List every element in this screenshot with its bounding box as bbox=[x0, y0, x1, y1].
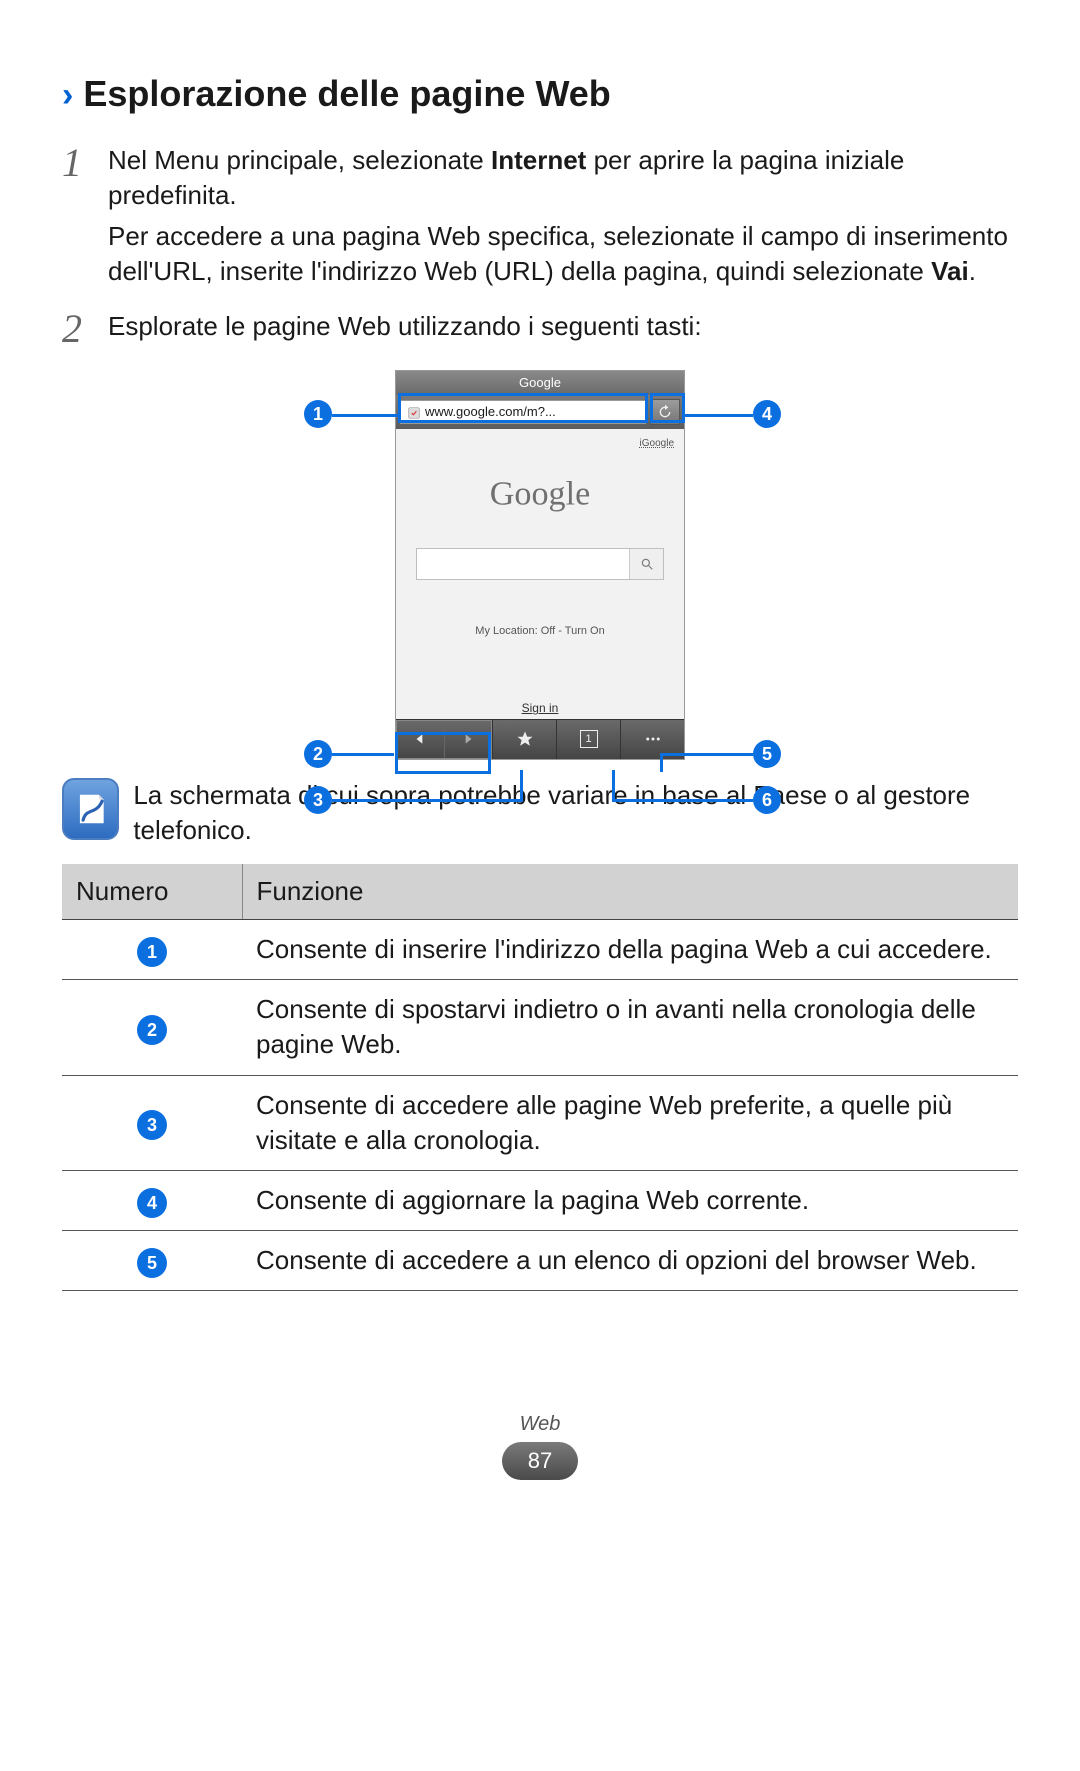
section-heading: Esplorazione delle pagine Web bbox=[83, 70, 610, 119]
callout-2: 2 bbox=[304, 740, 332, 768]
function-text: Consente di aggiornare la pagina Web cor… bbox=[242, 1170, 1018, 1230]
window-count: 1 bbox=[580, 730, 598, 748]
ellipsis-icon bbox=[644, 730, 662, 748]
function-text: Consente di accedere alle pagine Web pre… bbox=[242, 1075, 1018, 1170]
table-header-function: Funzione bbox=[242, 864, 1018, 920]
number-badge: 3 bbox=[137, 1110, 167, 1140]
svg-text:Google: Google bbox=[490, 476, 590, 513]
windows-button[interactable]: 1 bbox=[556, 720, 620, 759]
step-2: 2 Esplorate le pagine Web utilizzando i … bbox=[62, 309, 1018, 350]
callout-4: 4 bbox=[753, 400, 781, 428]
search-input[interactable] bbox=[417, 549, 629, 579]
phone-title: Google bbox=[396, 371, 684, 395]
number-badge: 4 bbox=[137, 1188, 167, 1218]
phone-illustration: Google www.google.com/m?... iGoogle Goog… bbox=[220, 370, 860, 760]
note-block: La schermata di cui sopra potrebbe varia… bbox=[62, 778, 1018, 848]
step-text: Per accedere a una pagina Web specifica,… bbox=[108, 219, 1018, 289]
table-row: 3 Consente di accedere alle pagine Web p… bbox=[62, 1075, 1018, 1170]
number-badge: 2 bbox=[137, 1015, 167, 1045]
table-row: 2 Consente di spostarvi indietro o in av… bbox=[62, 980, 1018, 1075]
google-logo: Google bbox=[402, 466, 678, 529]
location-text[interactable]: My Location: Off - Turn On bbox=[402, 624, 678, 639]
step-number: 1 bbox=[62, 143, 106, 183]
number-badge: 5 bbox=[137, 1248, 167, 1278]
search-button[interactable] bbox=[629, 549, 663, 579]
page-number: 87 bbox=[502, 1442, 578, 1480]
note-text: La schermata di cui sopra potrebbe varia… bbox=[133, 778, 1018, 848]
table-row: 5 Consente di accedere a un elenco di op… bbox=[62, 1230, 1018, 1290]
table-row: 1 Consente di inserire l'indirizzo della… bbox=[62, 920, 1018, 980]
step-1: 1 Nel Menu principale, selezionate Inter… bbox=[62, 143, 1018, 295]
function-text: Consente di inserire l'indirizzo della p… bbox=[242, 920, 1018, 980]
function-table: Numero Funzione 1 Consente di inserire l… bbox=[62, 864, 1018, 1291]
step-text: Nel Menu principale, selezionate Interne… bbox=[108, 143, 1018, 213]
chevron-icon: › bbox=[62, 73, 73, 119]
magnifier-icon bbox=[640, 557, 654, 571]
signin-link[interactable]: Sign in bbox=[402, 700, 678, 716]
igoogle-link[interactable]: iGoogle bbox=[402, 435, 678, 453]
function-text: Consente di accedere a un elenco di opzi… bbox=[242, 1230, 1018, 1290]
footer-section: Web bbox=[62, 1411, 1018, 1438]
table-row: 4 Consente di aggiornare la pagina Web c… bbox=[62, 1170, 1018, 1230]
step-number: 2 bbox=[62, 309, 106, 349]
callout-1: 1 bbox=[304, 400, 332, 428]
number-badge: 1 bbox=[137, 937, 167, 967]
star-icon bbox=[516, 730, 534, 748]
table-header-number: Numero bbox=[62, 864, 242, 920]
note-icon bbox=[62, 778, 119, 840]
step-text: Esplorate le pagine Web utilizzando i se… bbox=[108, 309, 1018, 344]
bookmarks-button[interactable] bbox=[492, 720, 556, 759]
callout-5: 5 bbox=[753, 740, 781, 768]
function-text: Consente di spostarvi indietro o in avan… bbox=[242, 980, 1018, 1075]
